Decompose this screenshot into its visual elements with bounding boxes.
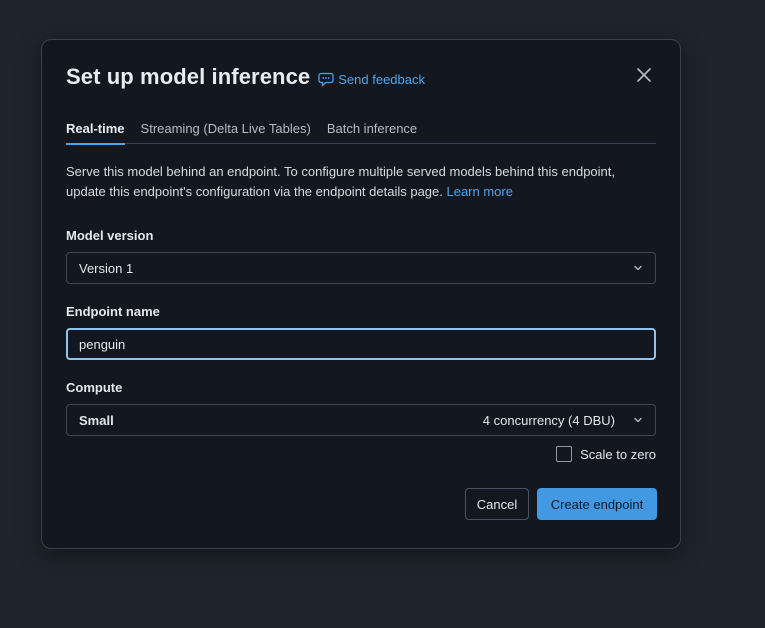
send-feedback-link[interactable]: Send feedback <box>318 71 425 87</box>
speech-bubble-icon <box>318 72 334 87</box>
description-text: Serve this model behind an endpoint. To … <box>66 164 615 199</box>
model-version-value: Version 1 <box>79 260 134 276</box>
compute-select[interactable]: Small 4 concurrency (4 DBU) <box>66 404 656 436</box>
scale-to-zero-checkbox[interactable] <box>556 446 573 462</box>
endpoint-name-input[interactable] <box>79 336 643 352</box>
endpoint-name-label: Endpoint name <box>66 304 160 319</box>
learn-more-link[interactable]: Learn more <box>446 184 512 199</box>
dialog-header: Set up model inference Send feedback <box>66 61 656 93</box>
create-endpoint-button[interactable]: Create endpoint <box>537 488 657 520</box>
compute-detail: 4 concurrency (4 DBU) <box>482 413 615 428</box>
close-button[interactable] <box>632 63 656 87</box>
setup-inference-dialog: Set up model inference Send feedback Rea… <box>41 39 681 549</box>
scale-to-zero-option: Scale to zero <box>556 446 656 462</box>
description: Serve this model behind an endpoint. To … <box>66 162 658 202</box>
compute-size: Small <box>79 412 114 428</box>
close-icon <box>637 68 651 82</box>
tab-batch-inference[interactable]: Batch inference <box>327 120 417 144</box>
send-feedback-label: Send feedback <box>338 71 425 87</box>
compute-label: Compute <box>66 380 123 395</box>
inference-tabs: Real-time Streaming (Delta Live Tables) … <box>66 120 656 145</box>
chevron-down-icon <box>631 261 645 275</box>
chevron-down-icon <box>631 413 645 427</box>
scale-to-zero-label[interactable]: Scale to zero <box>580 447 656 462</box>
cancel-button[interactable]: Cancel <box>465 488 529 520</box>
model-version-select[interactable]: Version 1 <box>66 252 656 284</box>
tab-real-time[interactable]: Real-time <box>66 120 125 145</box>
endpoint-name-field <box>66 328 656 360</box>
dialog-title: Set up model inference <box>66 64 311 89</box>
tab-streaming[interactable]: Streaming (Delta Live Tables) <box>141 120 311 144</box>
model-version-label: Model version <box>66 228 154 243</box>
